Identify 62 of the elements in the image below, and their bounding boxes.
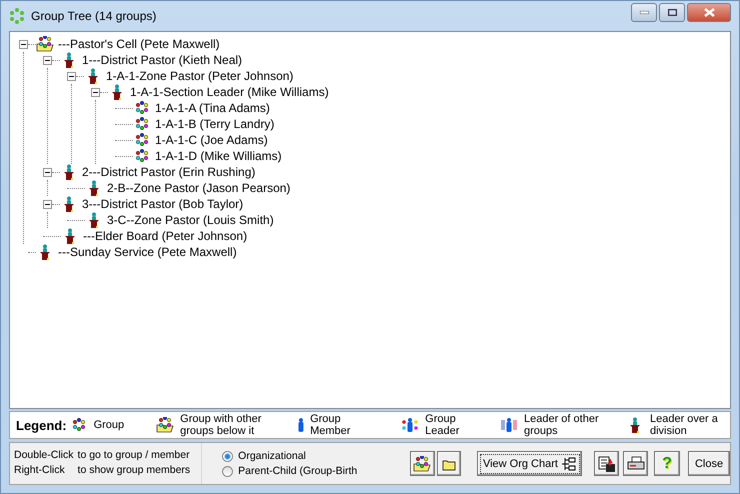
app-icon [9, 8, 25, 24]
collapse-icon[interactable] [43, 168, 52, 176]
legend-label: Group Leader [425, 413, 460, 437]
collapse-icon[interactable] [43, 200, 52, 208]
tree-item[interactable]: 1-A-1-A (Tina Adams) [155, 101, 270, 115]
tree-item[interactable]: 1---District Pastor (Kieth Neal) [82, 53, 242, 67]
legend-label: Group [94, 419, 124, 431]
collapse-icon[interactable] [43, 56, 52, 64]
group-icon [133, 148, 151, 164]
tree-item[interactable]: 1-A-1-B (Terry Landry) [155, 117, 274, 131]
person-icon [298, 417, 304, 433]
leader-icon [500, 417, 518, 433]
radio-label[interactable]: Organizational [238, 450, 306, 462]
tree-item[interactable]: 1-A-1-C (Joe Adams) [155, 133, 268, 147]
maximize-icon [668, 8, 676, 16]
close-window-button[interactable] [687, 2, 731, 22]
help-action: Right-Click [14, 464, 66, 477]
legend-title: Legend: [16, 418, 67, 432]
close-button[interactable]: Close [688, 451, 730, 476]
group-icon [133, 132, 151, 148]
maximize-button[interactable] [659, 2, 685, 22]
close-icon [704, 8, 714, 16]
collapse-icon[interactable] [19, 40, 28, 48]
tree-item[interactable]: 2-B--Zone Pastor (Jason Pearson) [107, 181, 290, 195]
export-button[interactable] [594, 451, 620, 476]
help-text: to show group members [78, 464, 190, 477]
tree-item[interactable]: 3-C--Zone Pastor (Louis Smith) [107, 213, 274, 227]
group-button[interactable] [410, 451, 435, 476]
legend-label: Group Member [310, 413, 352, 437]
printer-icon [626, 456, 645, 472]
collapse-icon[interactable] [91, 88, 100, 96]
radio-button[interactable] [222, 450, 234, 462]
view-org-chart-button[interactable]: View Org Chart [477, 451, 582, 476]
tree-item[interactable]: 1-A-1-Zone Pastor (Peter Johnson) [106, 69, 294, 83]
org-chart-icon [560, 456, 577, 472]
window-title: Group Tree (14 groups) [31, 9, 158, 23]
legend-label: Leader over a division [650, 413, 719, 437]
folder-button[interactable] [436, 451, 462, 476]
minimize-button[interactable] [631, 2, 657, 22]
tree-item[interactable]: 2---District Pastor (Erin Rushing) [82, 165, 256, 179]
collapse-icon[interactable] [67, 72, 76, 80]
print-button[interactable] [623, 451, 648, 476]
tree-item[interactable]: 1-A-1-D (Mike Williams) [155, 149, 282, 163]
radio-button[interactable] [222, 466, 234, 476]
group-icon [133, 100, 151, 116]
legend-label: Group with other groups below it [180, 413, 262, 437]
folder-group-icon [36, 36, 54, 52]
tree-item[interactable]: ---Pastor's Cell (Pete Maxwell) [58, 37, 220, 51]
help-text: to go to group / member [78, 449, 190, 462]
tree-item[interactable]: ---Sunday Service (Pete Maxwell) [58, 245, 237, 259]
help-action: Double-Click [14, 449, 74, 462]
tree-item[interactable]: ---Elder Board (Peter Johnson) [83, 229, 248, 243]
leader-icon [401, 417, 420, 433]
folder-group-icon [156, 417, 174, 433]
minimize-icon [640, 10, 648, 14]
save-file-icon [598, 456, 616, 472]
radio-label[interactable]: Parent-Child (Group-Birth [238, 465, 358, 477]
folder-group-icon [413, 456, 432, 472]
legend-label: Leader of other groups [524, 413, 600, 437]
tree-item[interactable]: 1-A-1-Section Leader (Mike Williams) [130, 85, 329, 99]
tree-item[interactable]: 3---District Pastor (Bob Taylor) [82, 197, 244, 211]
group-icon [133, 116, 151, 132]
